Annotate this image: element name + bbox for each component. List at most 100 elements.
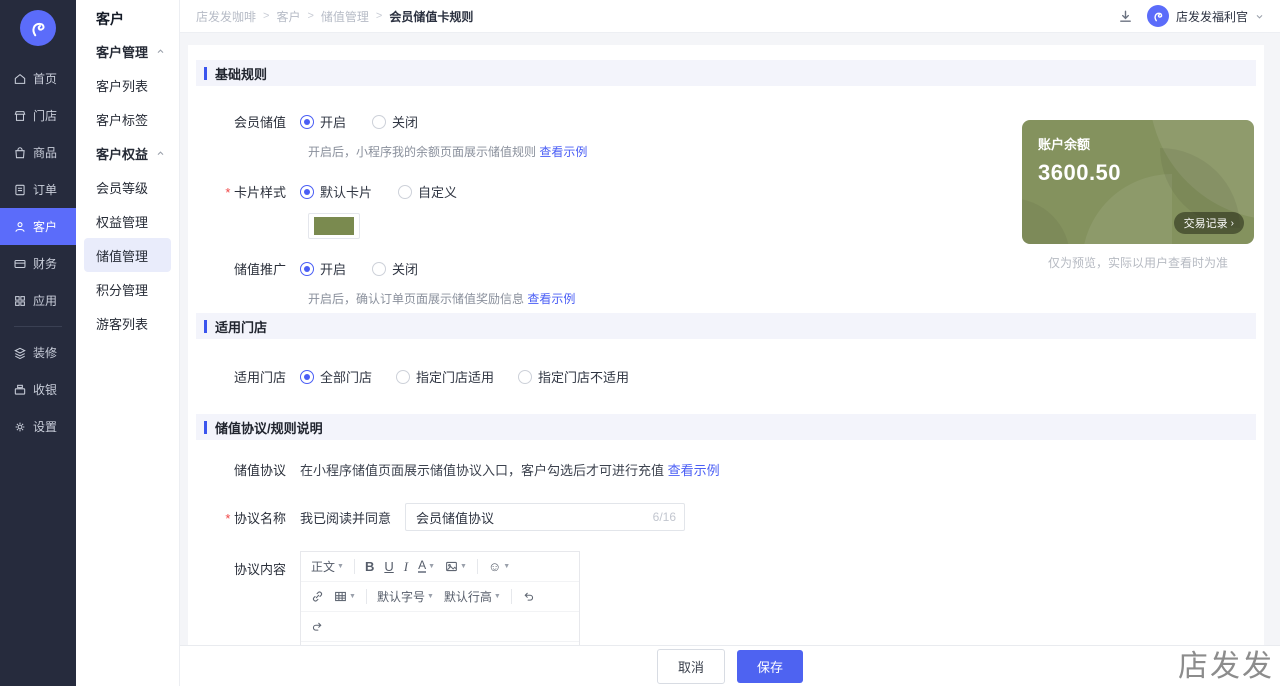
radio-card-default[interactable]: 默认卡片	[300, 182, 372, 201]
content-panel: 基础规则 会员储值 开启 关闭 开启后，小程序我的余额页面展示储值规则 查看示例…	[188, 45, 1264, 686]
radio-all-stores[interactable]: 全部门店	[300, 367, 372, 386]
image-dropdown[interactable]: ▼	[445, 560, 467, 573]
radio-card-custom[interactable]: 自定义	[398, 182, 457, 201]
radio-promotion-on[interactable]: 开启	[300, 259, 346, 278]
submenu-group-customer-benefits[interactable]: 客户权益	[76, 136, 179, 170]
section-accent-bar	[204, 420, 207, 434]
underline-button[interactable]: U	[384, 559, 393, 574]
cancel-button[interactable]: 取消	[656, 648, 725, 684]
submenu-item-visitor-list[interactable]: 游客列表	[76, 306, 179, 340]
radio-exclude-stores[interactable]: 指定门店不适用	[518, 367, 629, 386]
nav-label: 商品	[33, 146, 58, 160]
radio-include-stores[interactable]: 指定门店适用	[396, 367, 494, 386]
primary-sidebar: 首页 门店 商品 订单 客户 财务 应用 装修 收银 设置	[0, 0, 76, 686]
agreement-name-input[interactable]	[405, 503, 686, 531]
breadcrumb-item[interactable]: 客户	[276, 8, 300, 25]
submenu-item-benefit-management[interactable]: 权益管理	[76, 204, 179, 238]
chevron-down-icon	[1256, 14, 1263, 19]
balance-label: 账户余额	[1038, 137, 1091, 152]
radio-label: 全部门店	[320, 370, 373, 385]
font-color-dropdown[interactable]: A ▼	[418, 559, 436, 573]
image-icon	[446, 561, 457, 572]
nav-item-apps[interactable]: 应用	[0, 282, 76, 319]
field-label: 适用门店	[233, 370, 286, 385]
submenu-item-label: 会员等级	[96, 180, 149, 196]
radio-member-stored-on[interactable]: 开启	[300, 112, 346, 131]
toolbar-divider	[365, 589, 367, 604]
nav-item-stores[interactable]: 门店	[0, 97, 76, 134]
char-counter: 6/16	[652, 510, 677, 524]
nav-label: 门店	[33, 109, 58, 123]
preview-note: 仅为预览，实际以用户查看时为准	[1047, 256, 1228, 270]
nav-item-customers[interactable]: 客户	[0, 208, 76, 245]
caret-down-icon: ▼	[428, 563, 436, 570]
paragraph-style-dropdown[interactable]: 正文 ▼	[311, 558, 344, 575]
chevron-right-icon: ›	[1230, 217, 1234, 229]
caret-down-icon: ▼	[349, 593, 356, 600]
caret-down-icon: ▼	[337, 563, 344, 570]
balance-amount: 3600.50	[1038, 160, 1122, 185]
radio-member-stored-off[interactable]: 关闭	[372, 112, 418, 131]
radio-circle	[398, 184, 413, 199]
nav-item-finance[interactable]: 财务	[0, 245, 76, 282]
card-color-picker[interactable]	[308, 213, 360, 239]
logo-squiggle-icon	[32, 22, 45, 37]
app-screen: 首页 门店 商品 订单 客户 财务 应用 装修 收银 设置 客户 客户管理 客户…	[0, 0, 1280, 686]
topbar-actions: 店发发福利官	[1118, 5, 1264, 27]
radio-circle	[300, 369, 314, 384]
undo-button[interactable]	[522, 590, 535, 603]
view-example-link[interactable]: 查看示例	[539, 145, 587, 159]
storefront-icon	[14, 110, 26, 121]
nav-item-settings[interactable]: 设置	[0, 408, 76, 445]
breadcrumb-item[interactable]: 店发发咖啡	[196, 8, 256, 25]
radio-group-member-stored: 开启 关闭	[300, 112, 418, 131]
nav-item-decorate[interactable]: 装修	[0, 334, 76, 371]
editor-toolbar-row: 正文 ▼ B U I A ▼ ▼ ☺ ▼	[301, 552, 579, 582]
editor-toolbar-row	[301, 612, 579, 642]
breadcrumb-separator: >	[307, 10, 314, 22]
redo-icon	[312, 622, 322, 631]
submenu-item-customer-tags[interactable]: 客户标签	[76, 102, 179, 136]
nav-item-cashier[interactable]: 收银	[0, 371, 76, 408]
radio-circle	[518, 369, 533, 384]
nav-item-orders[interactable]: 订单	[0, 171, 76, 208]
user-menu[interactable]: 店发发福利官	[1146, 5, 1264, 27]
caret-down-icon: ▼	[426, 593, 434, 600]
download-button[interactable]	[1118, 9, 1133, 24]
home-icon	[14, 73, 26, 84]
view-example-link[interactable]: 查看示例	[668, 463, 720, 478]
radio-circle	[372, 114, 387, 129]
breadcrumb-separator: >	[263, 10, 270, 22]
section-basic-rules: 基础规则	[196, 60, 1256, 86]
submenu-group-customer-management[interactable]: 客户管理	[76, 34, 179, 68]
save-button[interactable]: 保存	[737, 649, 804, 683]
emoji-dropdown[interactable]: ☺ ▼	[488, 559, 510, 574]
nav-label: 装修	[33, 346, 58, 360]
nav-item-home[interactable]: 首页	[0, 60, 76, 97]
link-button[interactable]	[311, 590, 324, 603]
nav-label: 客户	[33, 220, 58, 234]
balance-preview-card: 账户余额 3600.50 交易记录 ›	[1022, 120, 1254, 244]
font-size-dropdown[interactable]: 默认字号 ▼	[377, 588, 434, 605]
table-dropdown[interactable]: ▼	[334, 590, 356, 603]
gear-icon	[15, 422, 25, 431]
redo-button[interactable]	[311, 620, 324, 633]
submenu-item-member-level[interactable]: 会员等级	[76, 170, 179, 204]
radio-promotion-off[interactable]: 关闭	[372, 259, 418, 278]
radio-label: 开启	[320, 115, 347, 130]
view-example-link[interactable]: 查看示例	[527, 292, 575, 306]
dropdown-label: 正文	[311, 560, 336, 574]
italic-button[interactable]: I	[404, 559, 408, 575]
section-title: 储值协议/规则说明	[215, 420, 323, 436]
bold-button[interactable]: B	[365, 559, 374, 574]
breadcrumb-item[interactable]: 储值管理	[321, 8, 369, 25]
submenu-item-stored-value[interactable]: 储值管理	[84, 238, 171, 272]
line-height-dropdown[interactable]: 默认行高 ▼	[444, 588, 501, 605]
radio-circle	[372, 261, 387, 276]
submenu-item-customer-list[interactable]: 客户列表	[76, 68, 179, 102]
submenu-item-label: 客户列表	[96, 78, 149, 94]
nav-item-products[interactable]: 商品	[0, 134, 76, 171]
submenu-item-points[interactable]: 积分管理	[76, 272, 179, 306]
download-icon	[1120, 10, 1131, 22]
chevron-up-icon	[157, 150, 164, 155]
